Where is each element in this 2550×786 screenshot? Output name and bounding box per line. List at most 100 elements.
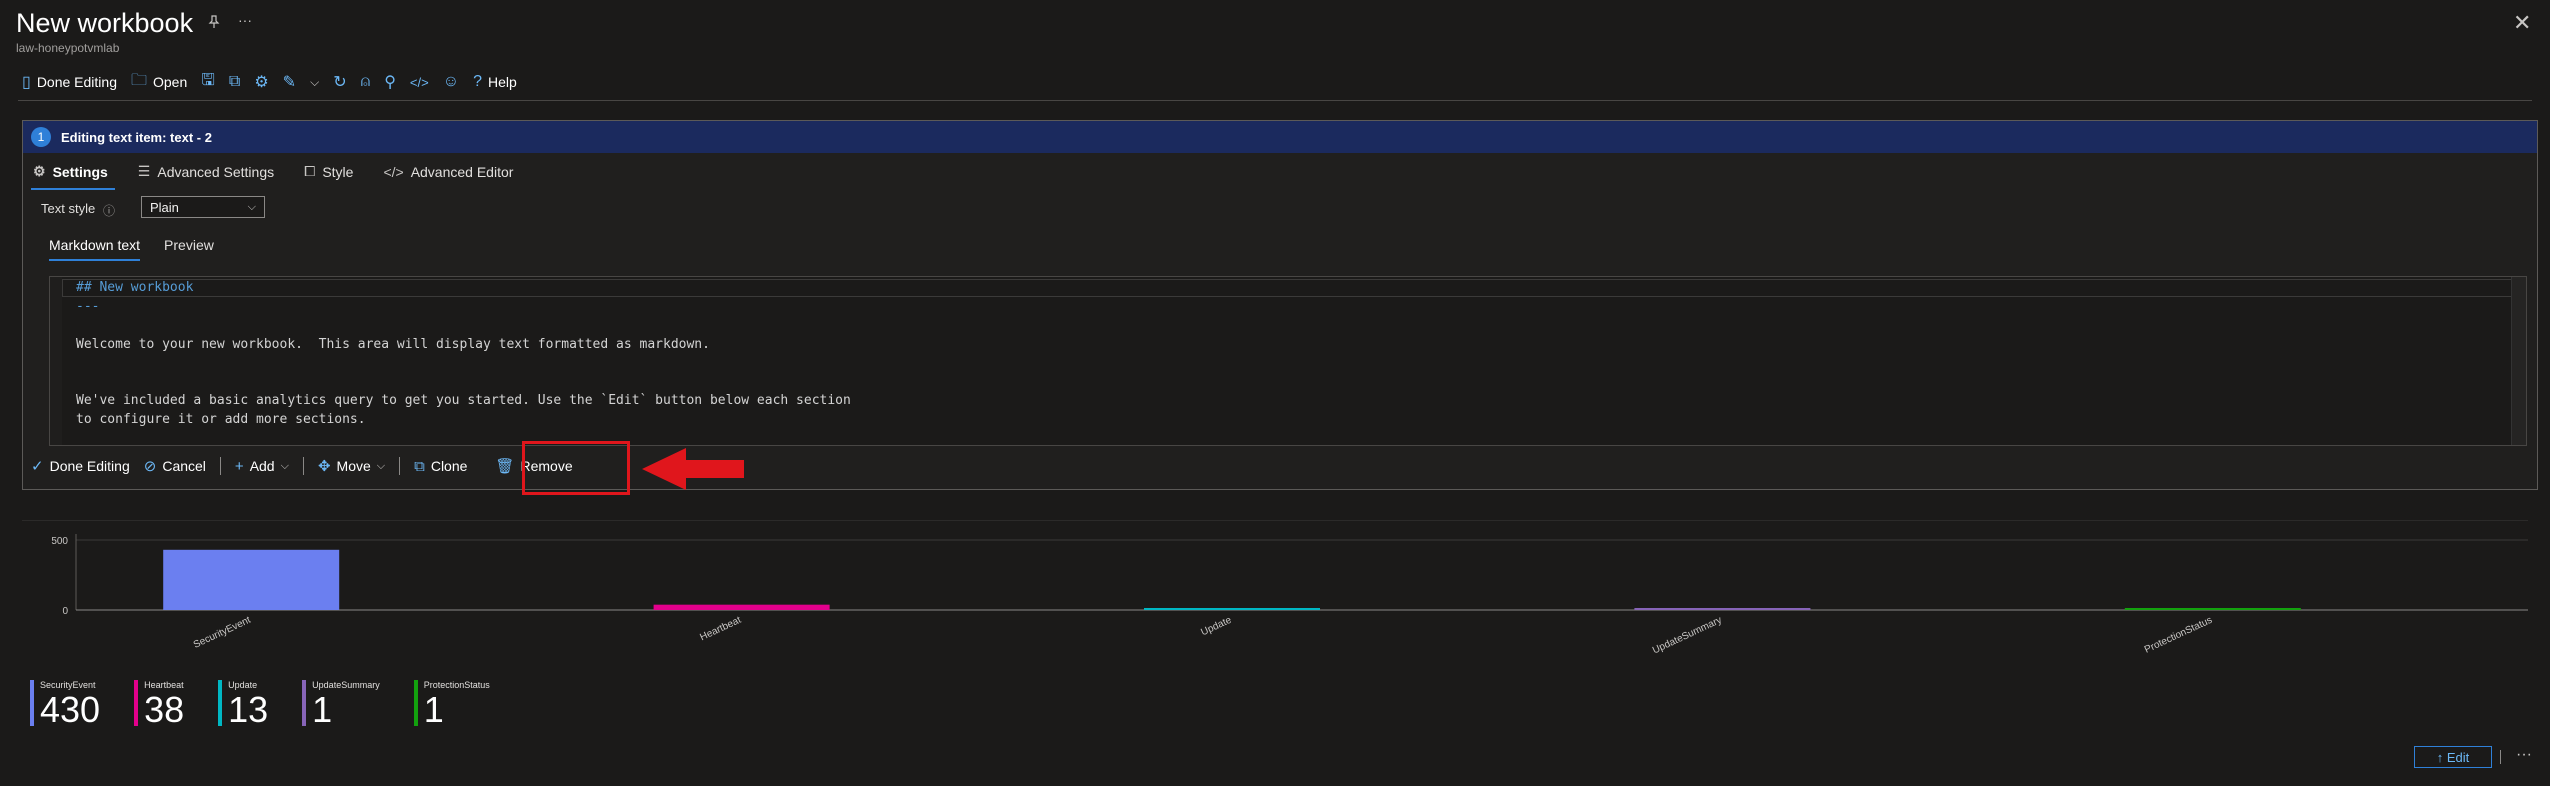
- x-tick-label: UpdateSummary: [1651, 615, 1724, 657]
- y-tick-label: 0: [62, 606, 68, 617]
- edit-section-button[interactable]: ↑ Edit: [2414, 746, 2492, 768]
- x-tick-label: Update: [1199, 615, 1233, 639]
- tab-advanced-settings[interactable]: ☰ Advanced Settings: [138, 163, 274, 185]
- toolbar-divider: [18, 100, 2532, 101]
- workbook-toolbar: ▯ Done Editing 🗀 Open 🖫 ⧉ ⚙ ✎ ⌵ ↻ ⍝ ⚲ </…: [22, 70, 517, 94]
- legend-item[interactable]: Update 13: [218, 680, 268, 728]
- chart-legend: SecurityEvent 430 Heartbeat 38 Update 13…: [30, 680, 490, 728]
- edit-panel: 1 Editing text item: text - 2 ⚙ Settings…: [22, 120, 2538, 490]
- done-editing-button[interactable]: ▯ Done Editing: [22, 72, 117, 92]
- code-line: to configure it or add more sections.: [76, 412, 366, 427]
- edit-header-title: Editing text item: text - 2: [61, 129, 212, 145]
- settings-icon[interactable]: ⚙: [254, 72, 268, 92]
- sliders-icon: ☰: [137, 163, 151, 179]
- page-title: New workbook: [16, 8, 194, 38]
- legend-color-bar: [413, 680, 418, 726]
- code-line: Welcome to your new workbook. This area …: [76, 337, 710, 352]
- legend-color-bar: [30, 680, 34, 726]
- style-icon: ⧠: [304, 163, 316, 179]
- open-button[interactable]: 🗀 Open: [131, 69, 187, 96]
- code-line: ---: [76, 299, 100, 314]
- tab-advanced-editor[interactable]: </> Advanced Editor: [383, 163, 513, 185]
- feedback-icon[interactable]: ☺: [443, 73, 459, 91]
- code-line: ## New workbook: [76, 280, 194, 295]
- cancel-button[interactable]: ⊘ Cancel: [144, 457, 206, 475]
- plus-icon: +: [234, 457, 244, 475]
- settings-tabs: ⚙ Settings ☰ Advanced Settings ⧠ Style <…: [33, 163, 513, 185]
- edit-icon[interactable]: ✎: [283, 72, 296, 92]
- help-icon: ?: [473, 73, 482, 90]
- chart-bar: [653, 604, 830, 610]
- action-divider: [399, 457, 401, 475]
- footer-divider: [2500, 750, 2501, 764]
- save-icon[interactable]: 🖫: [201, 69, 215, 96]
- trash-icon: 🗑: [495, 458, 515, 475]
- chart-bar: [1144, 608, 1320, 610]
- tab-settings[interactable]: ⚙ Settings: [33, 163, 108, 185]
- x-tick-label: SecurityEvent: [192, 615, 253, 651]
- cancel-icon: ⊘: [143, 458, 157, 475]
- workspace-name: law-honeypotvmlab: [16, 41, 120, 55]
- active-tab-indicator: [31, 188, 115, 190]
- checkmark-icon: ✓: [31, 458, 44, 475]
- legend-color-bar: [302, 680, 307, 726]
- chevron-down-icon: ⌵: [376, 459, 386, 472]
- markdown-editor[interactable]: ## New workbook --- Welcome to your new …: [49, 276, 2527, 446]
- step-number-badge: 1: [31, 127, 51, 147]
- save-as-icon[interactable]: ⧉: [229, 73, 240, 91]
- tab-markdown-text[interactable]: Markdown text: [49, 237, 141, 261]
- settings-icon: ⚙: [33, 163, 46, 179]
- legend-item[interactable]: UpdateSummary 1: [302, 680, 380, 728]
- add-button[interactable]: + Add ⌵: [235, 458, 289, 475]
- done-editing-button[interactable]: ✓ Done Editing: [31, 457, 130, 475]
- legend-color-bar: [218, 680, 223, 726]
- bar-chart: 0 500 SecurityEvent Heartbeat Update UpdateSu…: [22, 520, 2528, 657]
- text-style-dropdown[interactable]: Plain ⌵: [141, 196, 265, 218]
- chevron-down-icon[interactable]: ⌵: [310, 75, 319, 90]
- current-line-highlight: [62, 279, 2526, 297]
- code-line: We've included a basic analytics query t…: [76, 393, 851, 408]
- annotation-highlight-box: [522, 441, 630, 495]
- refresh-icon[interactable]: ↻: [333, 72, 346, 92]
- advanced-editor-icon[interactable]: </>: [410, 75, 429, 90]
- open-icon: 🗀: [130, 71, 147, 89]
- legend-item[interactable]: SecurityEvent 430: [30, 680, 100, 728]
- edit-header: 1 Editing text item: text - 2: [23, 121, 2537, 153]
- tab-style[interactable]: ⧠ Style: [304, 163, 353, 185]
- clone-icon: ⧉: [414, 457, 425, 475]
- more-options-icon[interactable]: ···: [2516, 746, 2532, 764]
- chart-bar: [2124, 608, 2301, 610]
- legend-color-bar: [134, 680, 139, 726]
- action-divider: [219, 457, 221, 475]
- tab-preview[interactable]: Preview: [164, 237, 214, 261]
- pin-icon[interactable]: ⚲: [384, 72, 396, 92]
- editor-scrollbar[interactable]: [2511, 277, 2526, 445]
- legend-item[interactable]: Heartbeat 38: [134, 680, 184, 728]
- alerts-icon[interactable]: ⍝: [361, 73, 371, 91]
- pin-icon[interactable]: [206, 14, 222, 35]
- chart-bar: [1634, 608, 1811, 610]
- move-button[interactable]: ✥ Move ⌵: [318, 457, 385, 475]
- action-divider: [302, 457, 304, 475]
- chevron-down-icon: ⌵: [247, 200, 256, 213]
- code-icon: </>: [383, 163, 404, 180]
- more-options-icon[interactable]: ···: [238, 12, 252, 28]
- editor-gutter: [50, 277, 62, 445]
- edit-actions-bar: ✓ Done Editing ⊘ Cancel + Add ⌵ ✥ Move ⌵…: [31, 457, 573, 475]
- clone-button[interactable]: ⧉ Clone: [414, 458, 467, 475]
- info-icon[interactable]: ⓘ: [103, 202, 115, 219]
- text-style-value: Plain: [150, 199, 179, 215]
- x-tick-label: ProtectionStatus: [2143, 615, 2214, 656]
- move-icon: ✥: [317, 458, 331, 475]
- y-tick-label: 500: [51, 536, 68, 547]
- help-button[interactable]: ? Help: [473, 73, 517, 91]
- text-style-label: Text style: [41, 201, 96, 216]
- chevron-down-icon: ⌵: [280, 459, 289, 472]
- close-icon[interactable]: ✕: [2513, 10, 2531, 36]
- annotation-arrow: [642, 448, 744, 490]
- done-editing-icon: ▯: [22, 74, 31, 91]
- chart-bar: [163, 549, 340, 610]
- markdown-subtabs: Markdown text Preview: [49, 237, 214, 261]
- x-tick-label: Heartbeat: [698, 615, 743, 644]
- legend-item[interactable]: ProtectionStatus 1: [413, 680, 490, 728]
